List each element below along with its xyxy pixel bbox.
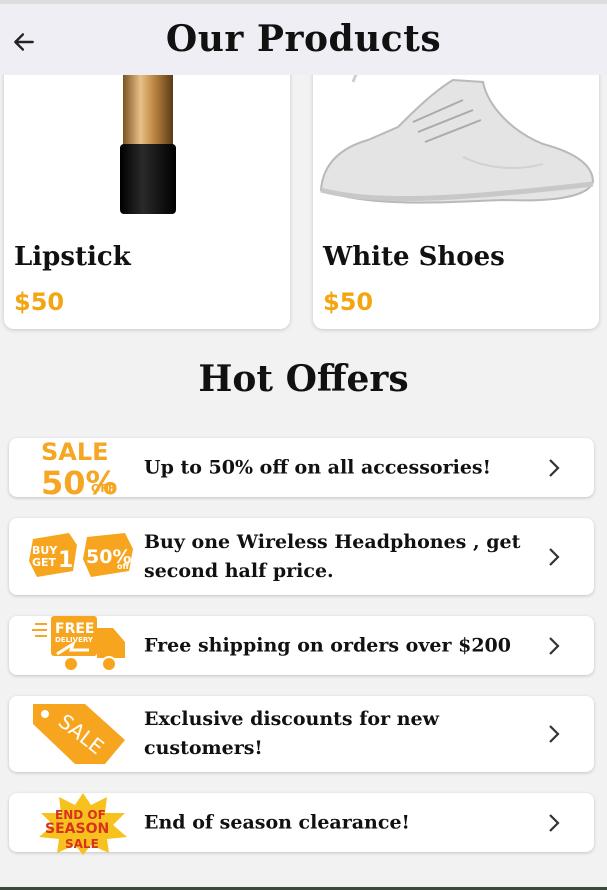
offer-text: End of season clearance! xyxy=(144,811,410,833)
product-price: $50 xyxy=(14,288,65,316)
hot-offers-title: Hot Offers xyxy=(198,358,409,400)
page-title: Our Products xyxy=(165,18,442,60)
svg-text:SEASON: SEASON xyxy=(45,821,109,837)
product-name: Lipstick xyxy=(14,242,131,272)
free-delivery-truck-icon: FREE DELIVERY xyxy=(32,616,125,672)
offer-text: Up to 50% off on all accessories! xyxy=(144,456,491,478)
chevron-right-icon xyxy=(549,636,560,655)
chevron-right-icon xyxy=(549,813,560,832)
offer-item[interactable]: END OF SEASON SALE End of season clearan… xyxy=(9,793,594,855)
svg-text:off: off xyxy=(117,562,129,571)
product-card-white-shoes[interactable]: White Shoes $50 xyxy=(313,52,599,329)
svg-text:FREE: FREE xyxy=(55,621,94,637)
app-header: Our Products xyxy=(0,0,607,75)
sale-50-off-icon: SALE 50% OFF xyxy=(41,438,118,498)
end-of-season-sale-icon: END OF SEASON SALE xyxy=(39,793,127,855)
svg-text:SALE: SALE xyxy=(41,438,109,466)
svg-text:DELIVERY: DELIVERY xyxy=(55,636,94,644)
offer-item[interactable]: SALE 50% OFF Up to 50% off on all access… xyxy=(9,438,594,498)
offer-text: Buy one Wireless Headphones , get second… xyxy=(144,530,521,582)
product-name: White Shoes xyxy=(323,242,505,272)
chevron-right-icon xyxy=(549,725,560,743)
white-shoes-image xyxy=(319,52,595,204)
offer-item[interactable]: FREE DELIVERY Free shipping on orders ov… xyxy=(9,616,594,675)
sale-tag-icon: SALE xyxy=(33,704,125,764)
chevron-right-icon xyxy=(549,458,560,477)
svg-text:END OF: END OF xyxy=(55,808,106,822)
chevron-right-icon xyxy=(549,547,560,566)
offer-text: Exclusive discounts for new customers! xyxy=(144,708,439,759)
offer-item[interactable]: SALE Exclusive discounts for new custome… xyxy=(9,696,594,772)
buy1-get1-50-icon: BUY GET 1 50% off xyxy=(29,533,133,577)
svg-text:GET: GET xyxy=(32,556,57,569)
svg-text:OFF: OFF xyxy=(91,482,115,495)
offer-item[interactable]: BUY GET 1 50% off Buy one Wireless Headp… xyxy=(9,518,594,595)
product-card-lipstick[interactable]: Lipstick $50 xyxy=(4,52,290,329)
svg-text:1: 1 xyxy=(58,548,73,573)
svg-text:SALE: SALE xyxy=(65,837,99,851)
lipstick-image xyxy=(120,52,176,214)
offer-text: Free shipping on orders over $200 xyxy=(144,634,511,656)
product-price: $50 xyxy=(323,288,374,316)
